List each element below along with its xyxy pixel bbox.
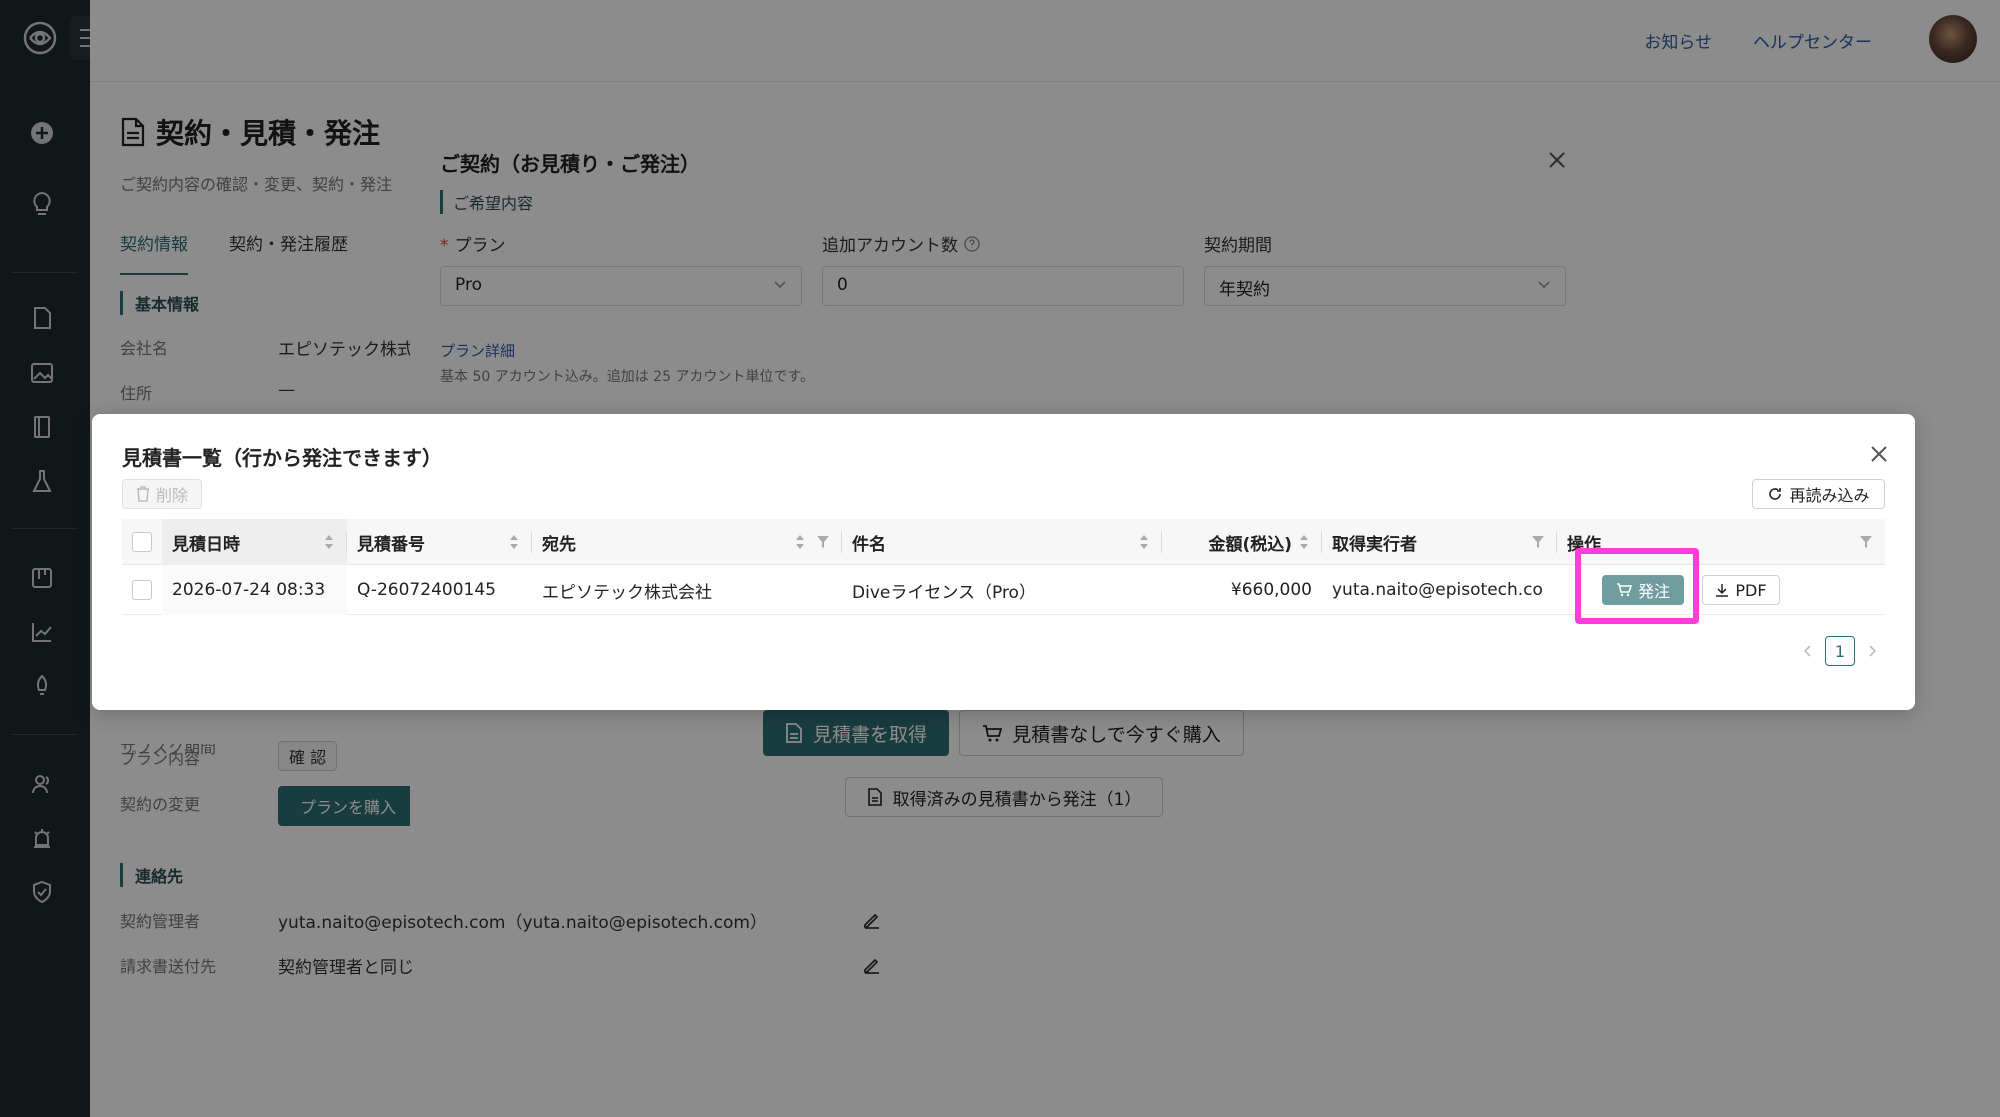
cell-recipient: エピソテック株式会社 bbox=[542, 582, 712, 603]
column-header-date[interactable]: 見積日時 bbox=[162, 519, 347, 565]
column-header-recipient[interactable]: 宛先 bbox=[532, 519, 842, 565]
pdf-label: PDF bbox=[1735, 580, 1767, 600]
sort-icon[interactable] bbox=[794, 533, 806, 551]
select-all-checkbox[interactable] bbox=[132, 532, 152, 552]
table-row[interactable]: 2026-07-24 08:33 Q-26072400145 エピソテック株式会… bbox=[122, 548, 1885, 624]
filter-icon[interactable] bbox=[1859, 535, 1873, 549]
filter-icon[interactable] bbox=[816, 535, 830, 549]
filter-icon[interactable] bbox=[1531, 535, 1545, 549]
sort-icon[interactable] bbox=[1298, 533, 1310, 551]
cell-requester: yuta.naito@episotech.com bbox=[1332, 580, 1542, 600]
close-icon[interactable] bbox=[1869, 444, 1889, 464]
download-icon bbox=[1716, 584, 1729, 597]
page-number-button[interactable]: 1 bbox=[1825, 636, 1855, 666]
column-header-number[interactable]: 見積番号 bbox=[347, 519, 532, 565]
order-highlight bbox=[1575, 548, 1699, 624]
column-header-requester[interactable]: 取得実行者 bbox=[1322, 519, 1557, 565]
cell-amount: ¥660,000 bbox=[1230, 580, 1312, 600]
column-header-subject[interactable]: 件名 bbox=[842, 519, 1162, 565]
row-select-cell bbox=[122, 565, 162, 615]
column-label: 宛先 bbox=[542, 534, 576, 555]
pagination: 1 bbox=[1801, 636, 1879, 666]
reload-label: 再読み込み bbox=[1789, 486, 1870, 505]
sort-icon[interactable] bbox=[1138, 533, 1150, 551]
column-label: 取得実行者 bbox=[1332, 534, 1417, 555]
reload-icon bbox=[1769, 488, 1782, 500]
chevron-right-icon[interactable] bbox=[1865, 644, 1879, 658]
chevron-left-icon[interactable] bbox=[1801, 644, 1815, 658]
reload-button[interactable]: 再読み込み bbox=[1752, 479, 1885, 509]
estimate-modal-title: 見積書一覧（行から発注できます） bbox=[122, 446, 442, 470]
select-all-cell bbox=[122, 519, 162, 565]
column-label: 見積番号 bbox=[357, 534, 425, 555]
delete-button[interactable]: 削除 bbox=[122, 479, 202, 509]
pdf-download-button[interactable]: PDF bbox=[1702, 575, 1780, 605]
column-header-amount[interactable]: 金額(税込) bbox=[1162, 519, 1322, 565]
delete-label: 削除 bbox=[155, 486, 188, 505]
cell-subject: Diveライセンス（Pro） bbox=[852, 582, 1036, 603]
column-label: 件名 bbox=[852, 534, 886, 555]
trash-icon bbox=[136, 486, 149, 502]
column-label: 見積日時 bbox=[172, 534, 240, 555]
sort-icon[interactable] bbox=[323, 533, 335, 551]
row-checkbox[interactable] bbox=[132, 580, 152, 600]
sort-icon[interactable] bbox=[508, 533, 520, 551]
cell-number: Q-26072400145 bbox=[357, 580, 496, 600]
cell-date: 2026-07-24 08:33 bbox=[162, 565, 347, 615]
column-label: 金額(税込) bbox=[1208, 534, 1292, 555]
estimate-list-modal: 見積書一覧（行から発注できます） 削除 再読み込み 見積日時 見積番号 宛先 件… bbox=[92, 414, 1915, 710]
